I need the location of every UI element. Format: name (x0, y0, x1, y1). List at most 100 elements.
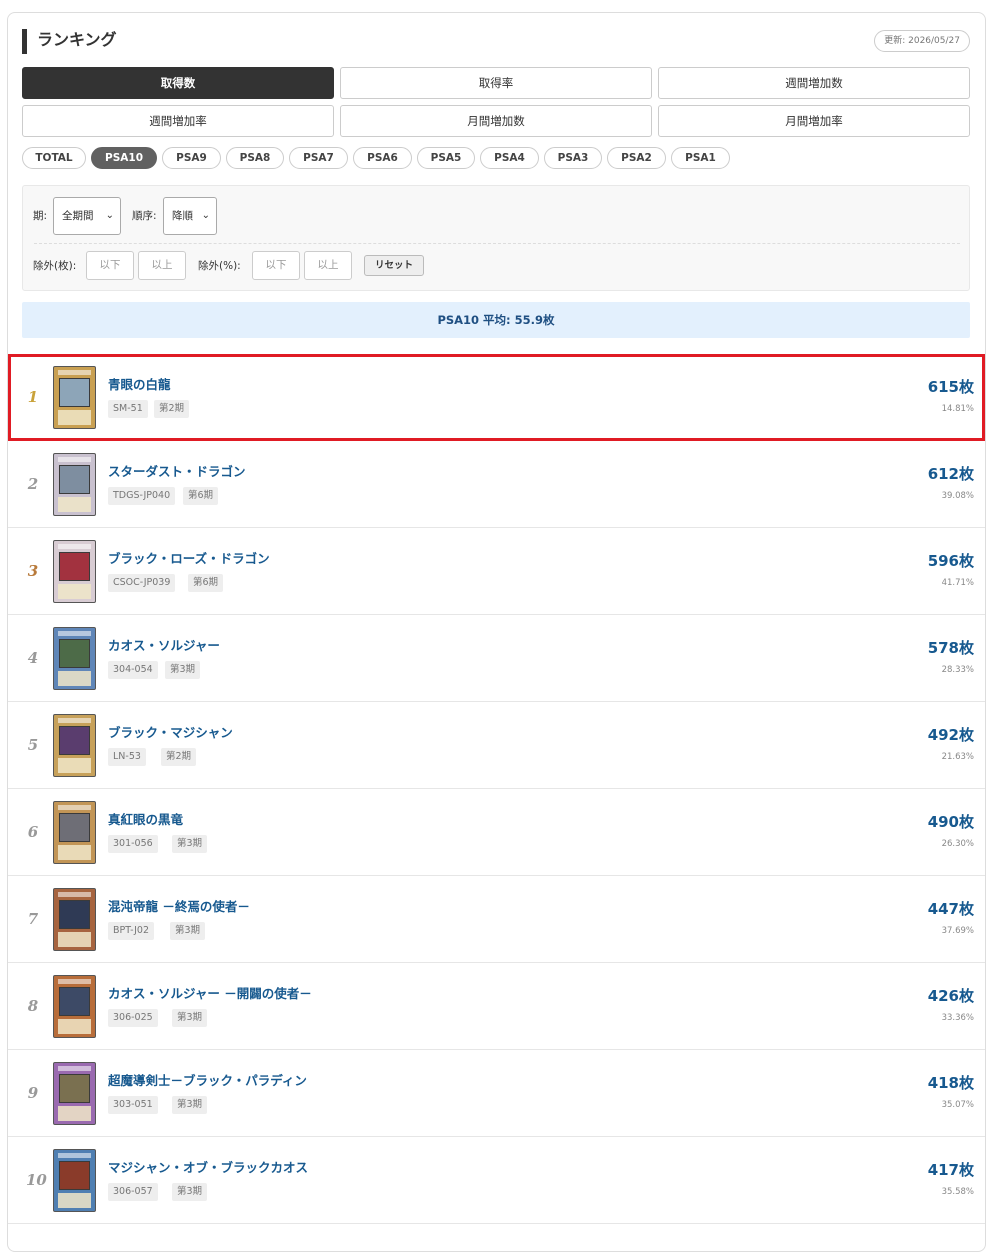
ranking-row[interactable]: 2 スターダスト・ドラゴン TDGS-JP040 第6期 612枚 39.08% (8, 441, 985, 528)
card-count: 492枚 (927, 726, 974, 744)
exclude-pct-max-input[interactable]: 以下 (252, 251, 300, 280)
card-thumbnail[interactable] (53, 366, 96, 429)
card-thumbnail[interactable] (53, 1062, 96, 1125)
chevron-down-icon: ⌄ (105, 210, 114, 221)
card-name-link[interactable]: カオス・ソルジャー (108, 638, 220, 654)
grade-filter-psa10[interactable]: PSA10 (91, 147, 157, 169)
ranking-row[interactable]: 7 混沌帝龍 －終焉の使者－ BPT-J02 第3期 447枚 37.69% (8, 876, 985, 963)
order-label: 順序: (132, 210, 157, 222)
sort-tab-rate[interactable]: 取得率 (340, 67, 652, 99)
filter-box: 期: 全期間 ⌄ 順序: 降順 ⌄ 除外(枚): 以下 以上 除外(%): 以下… (22, 185, 970, 291)
card-code-tag: 306-057 (108, 1183, 158, 1201)
card-thumbnail[interactable] (53, 627, 96, 690)
card-period-tag: 第3期 (172, 1096, 208, 1114)
card-code-tag: CSOC-JP039 (108, 574, 176, 592)
grade-filter-psa8[interactable]: PSA8 (226, 147, 284, 169)
exclude-count-min-input[interactable]: 以上 (138, 251, 186, 280)
card-thumbnail[interactable] (53, 975, 96, 1038)
card-percentage: 41.71% (941, 578, 974, 588)
card-period-tag: 第3期 (170, 922, 206, 940)
ranking-row[interactable]: 6 真紅眼の黒竜 301-056 第3期 490枚 26.30% (8, 789, 985, 876)
grade-filter-psa2[interactable]: PSA2 (607, 147, 666, 169)
grade-filter-psa5[interactable]: PSA5 (417, 147, 475, 169)
card-count: 596枚 (927, 552, 974, 570)
exclude-count-label: 除外(枚): (33, 260, 77, 272)
card-thumbnail[interactable] (53, 453, 96, 516)
card-period-tag: 第2期 (154, 400, 190, 418)
sort-tab-weekly-count[interactable]: 週間増加数 (658, 67, 970, 99)
grade-filter-psa6[interactable]: PSA6 (353, 147, 412, 169)
ranking-row[interactable]: 4 カオス・ソルジャー 304-054 第3期 578枚 28.33% (8, 615, 985, 702)
sort-tab-monthly-count[interactable]: 月間増加数 (340, 105, 652, 137)
exclude-count-max-input[interactable]: 以下 (86, 251, 134, 280)
rank-number: 7 (27, 910, 39, 928)
card-name-link[interactable]: 真紅眼の黒竜 (108, 812, 183, 828)
grade-filter-psa1[interactable]: PSA1 (671, 147, 730, 169)
order-select[interactable]: 降順 ⌄ (163, 197, 217, 235)
grade-filter-psa3[interactable]: PSA3 (544, 147, 602, 169)
card-percentage: 26.30% (941, 839, 974, 849)
reset-button[interactable]: リセット (364, 255, 424, 276)
card-thumbnail[interactable] (53, 714, 96, 777)
grade-filter-psa4[interactable]: PSA4 (480, 147, 539, 169)
ranking-row[interactable]: 8 カオス・ソルジャー －開闢の使者－ 306-025 第3期 426枚 33.… (8, 963, 985, 1050)
card-count: 426枚 (927, 987, 974, 1005)
sort-tab-monthly-rate[interactable]: 月間増加率 (658, 105, 970, 137)
card-name-link[interactable]: ブラック・ローズ・ドラゴン (108, 551, 270, 567)
card-period-tag: 第3期 (172, 1009, 208, 1027)
updated-badge: 更新: 2026/05/27 (874, 30, 970, 52)
card-period-tag: 第3期 (172, 1183, 208, 1201)
average-banner: PSA10 平均: 55.9枚 (22, 302, 970, 338)
card-thumbnail[interactable] (53, 888, 96, 951)
card-name-link[interactable]: スターダスト・ドラゴン (108, 464, 246, 480)
order-select-value: 降順 (172, 210, 193, 222)
ranking-row[interactable]: 5 ブラック・マジシャン LN-53 第2期 492枚 21.63% (8, 702, 985, 789)
card-count: 417枚 (927, 1161, 974, 1179)
sort-tab-weekly-rate[interactable]: 週間増加率 (22, 105, 334, 137)
ranking-row[interactable]: 3 ブラック・ローズ・ドラゴン CSOC-JP039 第6期 596枚 41.7… (8, 528, 985, 615)
card-name-link[interactable]: 混沌帝龍 －終焉の使者－ (108, 899, 250, 915)
exclude-pct-min-input[interactable]: 以上 (304, 251, 352, 280)
ranking-list: 1 青眼の白龍 SM-51 第2期 615枚 14.81% 2 スターダスト・ド… (8, 354, 985, 1224)
rank-number: 2 (27, 475, 39, 493)
period-select[interactable]: 全期間 ⌄ (53, 197, 121, 235)
card-percentage: 14.81% (941, 404, 974, 414)
card-percentage: 28.33% (941, 665, 974, 675)
card-percentage: 37.69% (941, 926, 974, 936)
grade-filter-psa7[interactable]: PSA7 (289, 147, 348, 169)
card-count: 418枚 (927, 1074, 974, 1092)
card-name-link[interactable]: ブラック・マジシャン (108, 725, 233, 741)
rank-number: 5 (27, 736, 39, 754)
rank-number: 6 (27, 823, 39, 841)
grade-filter-psa9[interactable]: PSA9 (162, 147, 221, 169)
rank-number: 3 (27, 562, 39, 580)
card-percentage: 21.63% (941, 752, 974, 762)
card-thumbnail[interactable] (53, 540, 96, 603)
card-name-link[interactable]: マジシャン・オブ・ブラックカオス (108, 1160, 308, 1176)
filter-divider (34, 243, 960, 244)
card-code-tag: TDGS-JP040 (108, 487, 176, 505)
card-code-tag: 301-056 (108, 835, 158, 853)
card-code-tag: LN-53 (108, 748, 146, 766)
grade-filter-total[interactable]: TOTAL (22, 147, 86, 169)
card-period-tag: 第6期 (188, 574, 224, 592)
title-accent-bar (22, 29, 27, 54)
card-code-tag: 306-025 (108, 1009, 158, 1027)
card-name-link[interactable]: カオス・ソルジャー －開闢の使者－ (108, 986, 312, 1002)
card-count: 447枚 (927, 900, 974, 918)
card-name-link[interactable]: 青眼の白龍 (108, 377, 171, 393)
ranking-row[interactable]: 9 超魔導剣士－ブラック・パラディン 303-051 第3期 418枚 35.0… (8, 1050, 985, 1137)
ranking-row[interactable]: 10 マジシャン・オブ・ブラックカオス 306-057 第3期 417枚 35.… (8, 1137, 985, 1224)
card-name-link[interactable]: 超魔導剣士－ブラック・パラディン (108, 1073, 307, 1089)
card-code-tag: BPT-J02 (108, 922, 155, 940)
card-thumbnail[interactable] (53, 1149, 96, 1212)
card-count: 578枚 (927, 639, 974, 657)
card-thumbnail[interactable] (53, 801, 96, 864)
ranking-row[interactable]: 1 青眼の白龍 SM-51 第2期 615枚 14.81% (8, 354, 985, 441)
period-label: 期: (33, 210, 48, 222)
card-code-tag: 304-054 (108, 661, 158, 679)
card-period-tag: 第3期 (165, 661, 201, 679)
sort-tab-count[interactable]: 取得数 (22, 67, 334, 99)
card-count: 490枚 (927, 813, 974, 831)
card-period-tag: 第3期 (172, 835, 208, 853)
